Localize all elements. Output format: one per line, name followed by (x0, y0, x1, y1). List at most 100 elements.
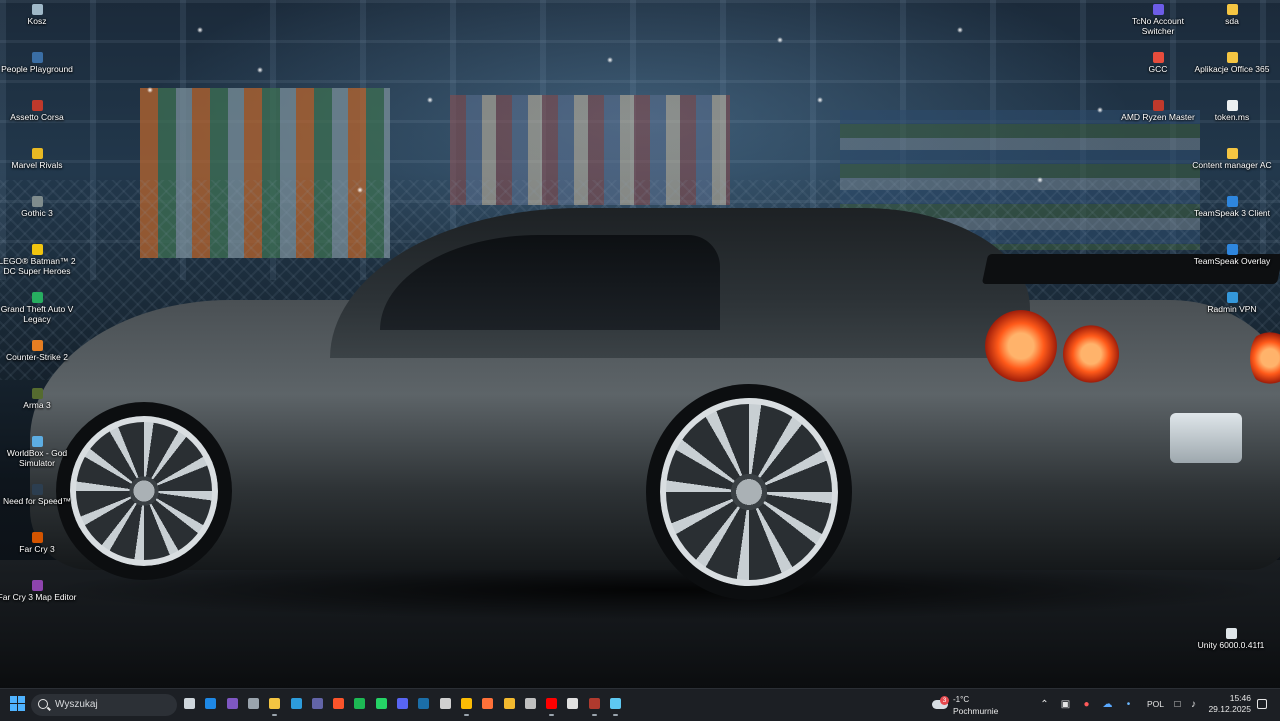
desktop-icon[interactable]: LEGO® Batman™ 2 DC Super Heroes (0, 244, 77, 276)
desktop-icon[interactable]: WorldBox - God Simulator (0, 436, 77, 468)
lego-batman-icon (31, 244, 43, 255)
desktop-icon[interactable]: Need for Speed™ (0, 484, 77, 506)
edge-icon[interactable] (205, 698, 217, 709)
desktop-icon-label: Radmin VPN (1207, 304, 1257, 314)
desktop-icon-label: Grand Theft Auto V Legacy (0, 304, 74, 324)
store-icon[interactable] (290, 698, 302, 709)
taskbar-search-box[interactable]: Wyszukaj (31, 694, 177, 716)
desktop-icon[interactable]: TcNo Account Switcher (1118, 4, 1198, 36)
desktop-icon[interactable]: Gothic 3 (0, 196, 77, 218)
desktop-icon-label: token.ms (1214, 112, 1250, 122)
copilot-icon[interactable] (226, 698, 238, 709)
desktop-icon[interactable]: Content manager AC (1192, 148, 1272, 170)
onedrive-icon[interactable]: ☁ (1102, 699, 1113, 710)
teamspeak-icon (1226, 196, 1238, 207)
steam-icon[interactable] (418, 698, 430, 709)
people-playground-icon (31, 52, 43, 63)
input-language[interactable]: POL (1147, 699, 1164, 709)
desktop-icon-label: Need for Speed™ (2, 496, 72, 506)
worldbox-icon (31, 436, 43, 447)
file-explorer-icon[interactable] (269, 698, 281, 716)
desktop-icon[interactable]: Counter-Strike 2 (0, 340, 77, 362)
desktop-icon[interactable]: TeamSpeak Overlay (1192, 244, 1272, 266)
start-button[interactable] (10, 696, 26, 712)
network-icon[interactable]: □ (1172, 699, 1183, 710)
desktop-icon[interactable]: Kosz (0, 4, 77, 26)
need-for-speed-icon (31, 484, 43, 495)
desktop-icon-label: AMD Ryzen Master (1121, 112, 1195, 122)
firefox-icon[interactable] (482, 698, 494, 709)
windows-logo-icon (18, 704, 25, 711)
gothic-3-icon (31, 196, 43, 207)
brave-icon[interactable] (333, 698, 345, 709)
chevron-up-icon[interactable]: ⌃ (1039, 699, 1050, 710)
desktop-icon-label: TcNo Account Switcher (1132, 16, 1184, 36)
weather-condition: Pochmurnie (953, 706, 999, 716)
desktop-icon-label: Aplikacje Office 365 (1194, 64, 1270, 74)
notepad-icon[interactable] (610, 698, 621, 716)
youtube-icon[interactable] (546, 698, 558, 716)
desktop-icon[interactable]: Grand Theft Auto V Legacy (0, 292, 77, 324)
desktop-icon[interactable]: Arma 3 (0, 388, 77, 410)
security-tray-icon[interactable]: ● (1081, 699, 1092, 710)
task-view-icon[interactable] (184, 698, 195, 709)
taillight (1063, 325, 1119, 383)
desktop-icon[interactable]: Far Cry 3 (0, 532, 77, 554)
desktop-icon-unity[interactable]: Unity 6000.0.41f1 (1191, 628, 1271, 650)
widget-app-icon[interactable] (247, 698, 259, 709)
paint-icon[interactable] (567, 698, 579, 709)
folder-icon (1226, 52, 1238, 63)
weather-widget[interactable]: 3 -1°C Pochmurnie (931, 693, 1011, 717)
desktop-wallpaper (0, 0, 1280, 688)
desktop-icon-label: Arma 3 (23, 400, 51, 410)
desktop-icon-label: Far Cry 3 Map Editor (0, 592, 77, 602)
winrar-icon[interactable] (588, 698, 600, 716)
desktop-icon[interactable]: Far Cry 3 Map Editor (0, 580, 77, 602)
volume-icon[interactable]: ♪ (1188, 699, 1199, 710)
desktop-icon-label: Gothic 3 (21, 208, 53, 218)
desktop-icon[interactable]: GCC (1118, 52, 1198, 74)
obs-icon[interactable] (524, 698, 536, 709)
microphone-icon[interactable]: • (1123, 699, 1134, 710)
notifications-icon[interactable] (1256, 698, 1268, 710)
desktop-icon[interactable]: Assetto Corsa (0, 100, 77, 122)
search-icon (38, 699, 48, 709)
marvel-rivals-icon (31, 148, 43, 159)
clock[interactable]: 15:46 29.12.2025 (1205, 693, 1251, 715)
clock-date: 29.12.2025 (1208, 704, 1251, 714)
front-wheel (70, 416, 218, 566)
desktop-icon[interactable]: People Playground (0, 52, 77, 74)
windows-logo-icon (18, 696, 25, 703)
tcno-account-switcher-icon (1152, 4, 1164, 15)
desktop-icon[interactable]: Aplikacje Office 365 (1192, 52, 1272, 74)
chrome-icon[interactable] (460, 698, 472, 716)
notification-badge: 3 (940, 696, 949, 705)
teams-icon[interactable] (311, 698, 323, 709)
desktop-icon-label: Unity 6000.0.41f1 (1197, 640, 1265, 650)
gcc-icon (1152, 52, 1164, 63)
radmin-vpn-icon (1226, 292, 1238, 303)
far-cry-3-map-editor-icon (31, 580, 43, 591)
desktop-icon-label: GCC (1148, 64, 1168, 74)
folder-icon (1226, 148, 1238, 159)
desktop-icon-label: Marvel Rivals (11, 160, 63, 170)
desktop-icon-label: sda (1225, 16, 1239, 26)
desktop-icon[interactable]: Marvel Rivals (0, 148, 77, 170)
assetto-corsa-icon (31, 100, 43, 111)
spotify-icon[interactable] (354, 698, 366, 709)
desktop-icon[interactable]: token.ms (1192, 100, 1272, 122)
binance-icon[interactable] (503, 698, 515, 709)
desktop-icon[interactable]: sda (1192, 4, 1272, 26)
desktop-icon-label: TeamSpeak Overlay (1193, 256, 1271, 266)
epic-games-icon[interactable] (439, 698, 451, 709)
windows-logo-icon (10, 704, 17, 711)
desktop-icon[interactable]: Radmin VPN (1192, 292, 1272, 314)
desktop-icon-label: LEGO® Batman™ 2 DC Super Heroes (0, 256, 76, 276)
gpu-tray-icon[interactable]: ▣ (1060, 699, 1071, 710)
weather-temperature: -1°C (953, 695, 970, 704)
desktop-icon[interactable]: TeamSpeak 3 Client (1192, 196, 1272, 218)
desktop-icon-label: Kosz (27, 16, 47, 26)
whatsapp-icon[interactable] (375, 698, 387, 709)
discord-icon[interactable] (397, 698, 408, 709)
desktop-icon[interactable]: AMD Ryzen Master (1118, 100, 1198, 122)
